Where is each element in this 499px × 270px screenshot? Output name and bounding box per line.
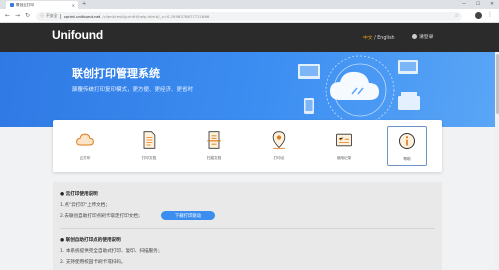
maximize-icon[interactable]: ☐ [471, 0, 485, 9]
help-line: 1. 本系统提供完全自助式打印、复印、扫描服务； [60, 249, 163, 254]
close-window-icon[interactable]: ✕ [485, 0, 499, 9]
site-header: Unifound 中文 / English 请登录 [0, 23, 499, 52]
minimize-icon[interactable]: — [457, 0, 471, 9]
records-icon [336, 133, 352, 147]
address-toolbar: ← → ↻ ⓘ 不安全 cprint.unifound.net /client/… [0, 9, 499, 23]
bookmark-star-icon[interactable]: ☆ [455, 13, 459, 19]
feature-cloud-print[interactable]: 云打印 [65, 126, 105, 166]
section-title: ● 云打印使用说明 [60, 192, 98, 197]
scan-document-icon [207, 131, 221, 149]
url-path: /client/revit/printH/help.htm#/_v=0.2956… [102, 13, 210, 19]
url-field[interactable]: ⓘ 不安全 cprint.unifound.net /client/revit/… [36, 11, 462, 21]
feature-label: 打印点 [273, 156, 285, 160]
hero-banner: 联创打印管理系统 颠覆传统打印复印模式，更方便、更经济、更省时 [0, 52, 499, 127]
section-title: ● 联创自助打印点的使用说明 [60, 238, 121, 243]
info-icon [399, 133, 415, 149]
feature-label: 帮助 [403, 157, 411, 161]
tab-close-icon[interactable]: ✕ [72, 3, 75, 8]
page-scrollbar[interactable] [495, 52, 499, 270]
login-link[interactable]: 请登录 [412, 33, 433, 40]
banner-subtitle: 颠覆传统打印复印模式，更方便、更经济、更省时 [72, 87, 194, 93]
banner-title: 联创打印管理系统 [72, 67, 160, 80]
more-menu-icon[interactable]: ⋮ [487, 11, 493, 19]
feature-label: 使用记录 [336, 156, 352, 160]
window-controls: — ☐ ✕ [457, 0, 499, 9]
document-icon [143, 131, 156, 149]
profile-icon[interactable] [475, 11, 482, 19]
scrollbar-thumb[interactable] [495, 54, 499, 114]
unifound-logo[interactable]: Unifound [52, 28, 103, 42]
back-icon[interactable]: ← [5, 12, 10, 19]
help-line: 2.去联创自助打印点刷卡取走打印文档； [60, 214, 143, 219]
info-lock-icon[interactable]: ⓘ [40, 13, 44, 19]
help-line: 1.点"云打印"上传文档； [60, 203, 110, 208]
location-pin-icon [272, 131, 286, 149]
feature-label: 打印文档 [141, 156, 157, 160]
feature-label: 云打印 [79, 156, 91, 160]
feature-usage-records[interactable]: 使用记录 [324, 126, 364, 166]
cloud-devices-illustration [298, 55, 420, 125]
url-divider [60, 13, 61, 19]
browser-tab-strip: 联创云打印 ✕ + — ☐ ✕ [0, 0, 499, 9]
security-label: 不安全 [46, 13, 58, 18]
download-driver-button[interactable]: 下载打印驱动 [161, 211, 215, 220]
favicon-icon [10, 3, 14, 7]
lang-chinese[interactable]: 中文 [363, 36, 373, 41]
reload-icon[interactable]: ↻ [25, 12, 30, 19]
new-tab-icon[interactable]: + [82, 1, 86, 7]
language-switch: 中文 / English [363, 34, 395, 41]
url-host: cprint.unifound.net [63, 13, 101, 19]
tab-title: 联创云打印 [16, 2, 34, 7]
feature-scan-document[interactable]: 扫描文档 [194, 126, 234, 166]
feature-print-points[interactable]: 打印点 [259, 126, 299, 166]
help-line: 2. 支持使用校园卡刷卡或扫码。 [60, 260, 126, 265]
forward-icon[interactable]: → [15, 12, 20, 19]
user-icon [412, 34, 417, 39]
browser-tab[interactable]: 联创云打印 ✕ [6, 1, 78, 9]
lang-english[interactable]: English [377, 36, 394, 41]
feature-help[interactable]: 帮助 [387, 126, 427, 166]
feature-label: 扫描文档 [206, 156, 222, 160]
cloud-icon [76, 133, 94, 146]
help-panel: ● 云打印使用说明 1.点"云打印"上传文档； 2.去联创自助打印点刷卡取走打印… [53, 182, 442, 270]
divider [60, 228, 435, 229]
feature-card: 云打印 打印文档 扫描文档 打印点 使用记录 帮助 [53, 120, 442, 172]
login-label: 请登录 [419, 35, 434, 40]
feature-print-document[interactable]: 打印文档 [129, 126, 169, 166]
